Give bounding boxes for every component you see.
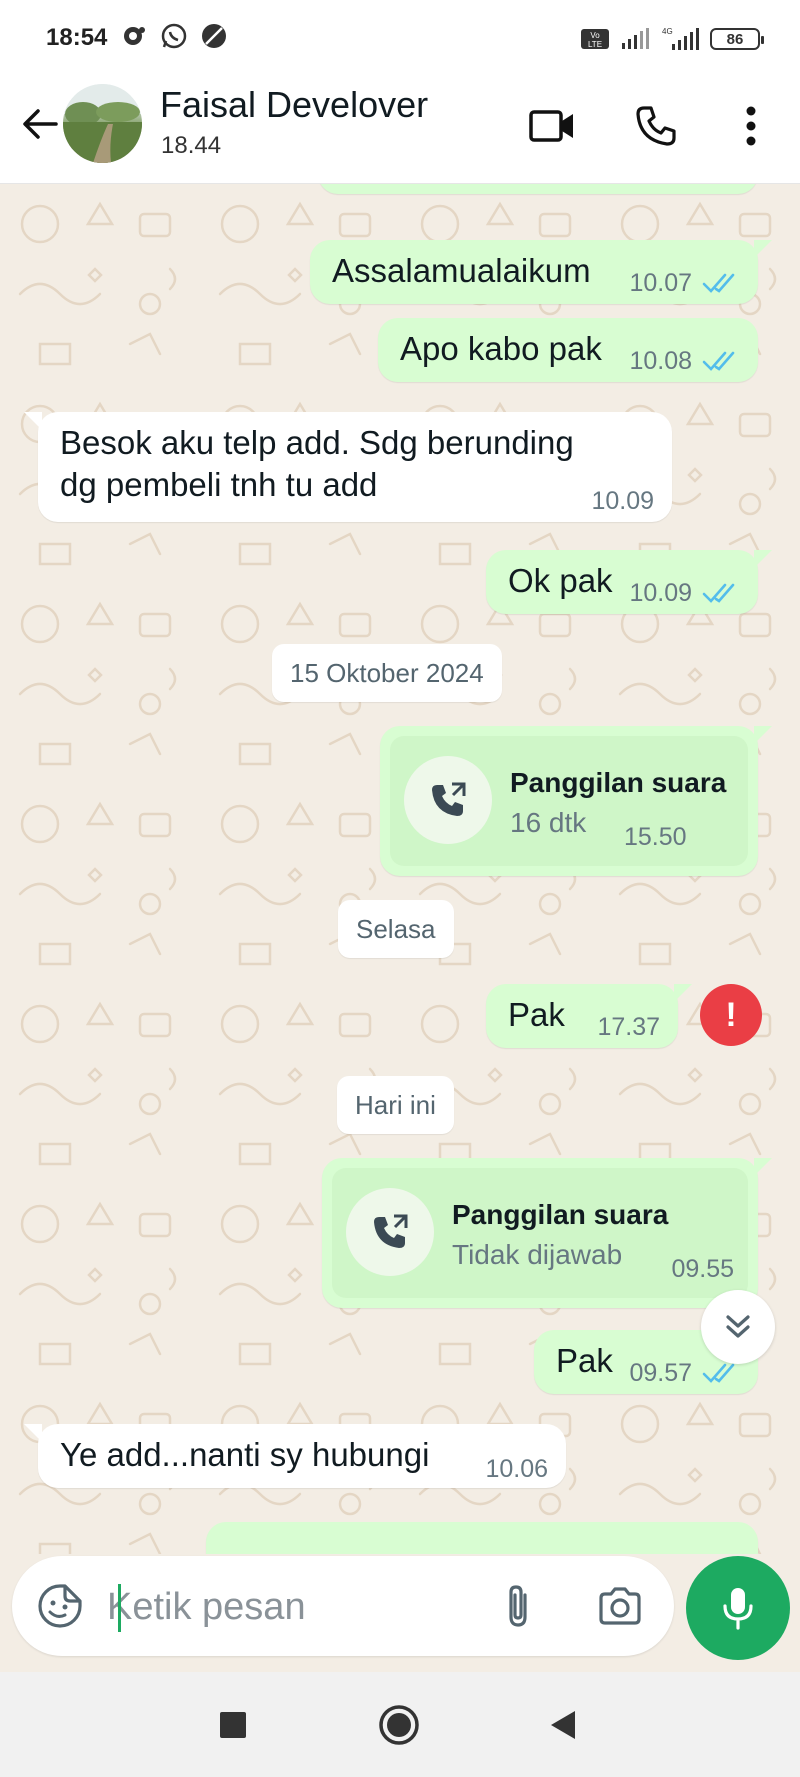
message-time: 15.50 bbox=[624, 823, 687, 851]
message-bubble-incoming[interactable]: Ye add...nanti sy hubungi 10.06 bbox=[24, 1424, 566, 1488]
message-time: 10.09 bbox=[591, 487, 654, 515]
back-button[interactable] bbox=[540, 1702, 586, 1748]
date-divider: Selasa bbox=[338, 900, 454, 958]
message-composer bbox=[0, 1554, 800, 1672]
home-button[interactable] bbox=[376, 1702, 422, 1748]
more-options-button[interactable] bbox=[723, 98, 779, 154]
sticker-icon bbox=[38, 1584, 82, 1628]
no-disturb-icon bbox=[202, 24, 226, 48]
chat-header: Faisal Develover 18.44 bbox=[0, 74, 800, 184]
system-navigation-bar bbox=[0, 1672, 800, 1777]
chat-area[interactable]: Assalamualaikum 10.07 Apo kabo pak 10.08… bbox=[0, 184, 800, 1554]
read-ticks-icon bbox=[702, 583, 735, 603]
attach-button[interactable] bbox=[492, 1580, 544, 1632]
double-chevron-down-icon bbox=[726, 1315, 750, 1338]
message-bubble-outgoing[interactable]: Ok pak 10.09 bbox=[486, 550, 772, 614]
4g-signal-icon: 4G bbox=[662, 27, 699, 50]
message-text: Pak bbox=[556, 1342, 613, 1379]
message-bubble-failed[interactable]: Pak 17.37 bbox=[486, 984, 692, 1048]
voice-message-button[interactable] bbox=[686, 1556, 790, 1660]
contact-name[interactable]: Faisal Develover bbox=[160, 84, 428, 126]
message-text: Ok pak bbox=[508, 562, 613, 599]
message-bubble-outgoing[interactable]: Apo kabo pak 10.08 bbox=[378, 318, 758, 382]
camera-button[interactable] bbox=[594, 1580, 646, 1632]
call-icon-circle bbox=[346, 1188, 434, 1276]
svg-text:Vo: Vo bbox=[590, 31, 600, 40]
scroll-to-bottom-button[interactable] bbox=[701, 1290, 775, 1364]
message-meta: 10.09 bbox=[629, 572, 740, 614]
paperclip-icon bbox=[509, 1585, 527, 1627]
message-text: Apo kabo pak bbox=[400, 330, 602, 367]
voice-call-icon bbox=[636, 106, 676, 146]
message-text-line: Besok aku telp add. Sdg berunding bbox=[60, 424, 574, 461]
send-failed-icon[interactable]: ! bbox=[700, 984, 762, 1046]
date-divider: 15 Oktober 2024 bbox=[272, 644, 502, 702]
call-title: Panggilan suara bbox=[510, 767, 727, 798]
call-bubble[interactable]: Panggilan suara 16 dtk 15.50 bbox=[380, 726, 772, 876]
message-time: 10.07 bbox=[629, 269, 692, 297]
camera-icon bbox=[599, 1587, 641, 1625]
square-icon bbox=[220, 1712, 246, 1738]
message-meta: 10.07 bbox=[629, 262, 740, 304]
volte-icon: VoLTE bbox=[581, 29, 609, 49]
whatsapp-icon bbox=[161, 23, 187, 49]
call-title: Panggilan suara bbox=[452, 1199, 669, 1230]
call-icon-circle bbox=[404, 756, 492, 844]
read-ticks-icon bbox=[702, 351, 735, 371]
message-bubble-incoming[interactable]: Besok aku telp add. Sdg berunding dg pem… bbox=[24, 412, 672, 522]
message-bubble-partial[interactable] bbox=[318, 184, 758, 194]
message-text-line: dg pembeli tnh tu add bbox=[60, 466, 378, 503]
call-bubble[interactable]: Panggilan suara Tidak dijawab 09.55 bbox=[322, 1158, 772, 1308]
back-triangle-icon bbox=[551, 1711, 575, 1739]
svg-text:4G: 4G bbox=[662, 27, 673, 36]
message-time: 09.55 bbox=[671, 1255, 734, 1283]
message-bubble-outgoing[interactable]: Assalamualaikum 10.07 bbox=[310, 240, 772, 304]
input-box[interactable] bbox=[12, 1556, 674, 1656]
outgoing-call-icon bbox=[374, 1214, 408, 1248]
video-call-button[interactable] bbox=[524, 98, 580, 154]
voice-call-button[interactable] bbox=[628, 98, 684, 154]
message-time: 09.57 bbox=[629, 1359, 692, 1387]
call-status: Tidak dijawab bbox=[452, 1239, 623, 1270]
message-meta: 10.08 bbox=[629, 340, 740, 382]
status-bar: 18:54 Vo LTE 4G 86 bbox=[0, 0, 800, 74]
message-bubble-partial[interactable] bbox=[206, 1522, 758, 1554]
message-input[interactable] bbox=[107, 1580, 487, 1634]
sticker-button[interactable] bbox=[34, 1580, 86, 1632]
read-ticks-icon bbox=[702, 1363, 735, 1383]
message-time: 17.37 bbox=[597, 1013, 660, 1041]
svg-text:LTE: LTE bbox=[588, 40, 602, 49]
read-ticks-icon bbox=[702, 273, 735, 293]
signal-icon bbox=[622, 28, 649, 49]
message-text: Pak bbox=[508, 996, 565, 1033]
notification-icon bbox=[124, 27, 145, 45]
more-options-icon bbox=[746, 106, 756, 146]
message-time: 10.08 bbox=[629, 347, 692, 375]
back-arrow-icon[interactable] bbox=[18, 102, 62, 146]
message-time: 10.09 bbox=[629, 579, 692, 607]
date-divider: Hari ini bbox=[337, 1076, 454, 1134]
call-duration: 16 dtk bbox=[510, 807, 587, 838]
text-caret bbox=[118, 1584, 121, 1632]
message-time: 10.06 bbox=[485, 1455, 548, 1483]
message-text: Ye add...nanti sy hubungi bbox=[60, 1436, 430, 1473]
contact-avatar[interactable] bbox=[63, 84, 142, 163]
battery-icon: 86 bbox=[710, 28, 764, 50]
microphone-icon bbox=[723, 1588, 753, 1630]
last-seen: 18.44 bbox=[161, 132, 222, 159]
message-text: Assalamualaikum bbox=[332, 252, 591, 289]
outgoing-call-icon bbox=[432, 782, 466, 816]
status-time: 18:54 bbox=[46, 24, 108, 51]
recents-button[interactable] bbox=[210, 1702, 256, 1748]
home-circle-icon bbox=[379, 1705, 419, 1745]
video-call-icon bbox=[529, 110, 573, 142]
